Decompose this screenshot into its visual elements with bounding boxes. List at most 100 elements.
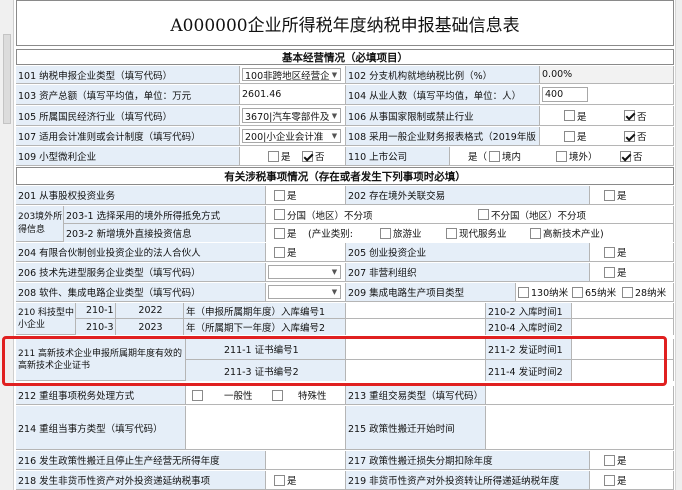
yes-label: 是 [617,456,627,467]
year-210-3[interactable]: 2023 [116,319,184,335]
cell-208: ▼ [266,283,346,301]
checkbox-106-yes[interactable] [564,110,575,121]
yes-label: 是 [577,111,587,123]
cell-203-2: 是 (产业类别: 旅游业 现代服务业 高新技术产业) [266,224,674,242]
input-210-3[interactable] [346,319,486,335]
domestic-label: 境内 [502,152,522,163]
value-102: 0.00% [540,66,674,83]
select-206[interactable]: ▼ [268,265,341,279]
label-103: 103 资产总额（填写平均值，单位：万元 [16,85,240,104]
option-label: 一般性 [224,391,253,402]
cell-206: ▼ [266,263,346,281]
checkbox-tourism[interactable] [380,227,391,239]
cell-107: 200|小企业会计准 ▼ [240,127,346,145]
input-210-1[interactable] [346,303,486,319]
label-110: 110 上市公司 [346,147,450,165]
label-211-3: 211-3 证书编号2 [186,360,346,381]
checkbox-modern-service[interactable] [446,227,457,239]
input-210-4[interactable] [572,319,674,335]
label-211: 211 高新技术企业申报所属期年度有效的高新技术企业证书 [16,339,186,380]
checkbox-219-yes[interactable] [604,474,615,486]
checkbox-207-yes[interactable] [604,266,615,278]
input-215[interactable] [486,406,674,449]
input-213[interactable] [486,386,674,404]
select-107[interactable]: 200|小企业会计准 ▼ [242,129,341,143]
label-210-1: 210-1 [76,303,116,319]
checkbox-202-yes[interactable] [604,189,615,201]
row-208: 208 软件、集成电路企业类型（填写代码） ▼ 209 集成电路生产项目类型 1… [16,283,674,302]
input-104[interactable]: 400 [542,87,588,102]
section-matters-header: 有关涉税事项情况（存在或者发生下列事项时必填） [16,167,674,185]
input-211-1[interactable] [346,339,486,360]
tax-info-sheet: A000000企业所得税年度纳税申报基础信息表 基本经营情况（必填项目） 101… [16,0,674,490]
checkbox-109-yes[interactable] [268,150,279,162]
label-204: 204 有限合伙制创业投资企业的法人合伙人 [16,243,266,261]
radio-203-1-a[interactable] [274,209,285,220]
checkbox-110-domestic[interactable] [489,150,501,162]
label-213: 213 重组交易类型（填写代码） [346,386,486,404]
checkbox-110-overseas[interactable] [556,150,567,162]
yes-label: 是 [468,152,478,163]
label-109: 109 小型微利企业 [16,147,240,165]
checkbox-106-no[interactable] [624,110,635,121]
select-101[interactable]: 100非跨地区经营企 ▼ [242,68,341,81]
option-label: 现代服务业 [459,229,507,240]
label-216: 216 发生政策性搬迁且停止生产经营无所得年度 [16,451,266,469]
checkbox-201-yes[interactable] [274,189,285,201]
yes-label: 是 [287,476,297,487]
checkbox-110-no[interactable] [620,150,631,162]
left-scroll-strip[interactable] [0,0,14,490]
cell-212: 一般性 特殊性 [186,386,346,404]
row-101: 101 纳税申报企业类型（填写代码） 100非跨地区经营企 ▼ 102 分支机构就… [16,66,674,84]
value-103[interactable]: 2601.46 [240,85,346,104]
checkbox-212-general[interactable] [192,389,203,401]
label-206: 206 技术先进型服务企业类型（填写代码） [16,263,266,281]
checkbox-217-yes[interactable] [604,454,615,466]
overseas-label: 境外 [569,152,589,163]
left-scroll-thumb[interactable] [3,34,11,124]
select-105[interactable]: 3670|汽车零部件及 ▼ [242,108,341,123]
checkbox-205-yes[interactable] [604,246,615,258]
input-214[interactable] [186,406,346,449]
checkbox-65nm[interactable] [572,286,583,298]
input-216[interactable] [266,451,346,469]
right-scrollbar[interactable] [675,0,682,490]
checkbox-hightech[interactable] [530,227,541,239]
checkbox-109-no[interactable] [302,150,313,162]
checkbox-203-2-yes[interactable] [274,227,285,239]
checkbox-108-yes[interactable] [564,130,575,142]
checkbox-204-yes[interactable] [274,246,285,258]
cell-202: 是 [590,186,674,204]
checkbox-28nm[interactable] [622,286,633,298]
label-101: 101 纳税申报企业类型（填写代码） [16,66,240,83]
checkbox-218-yes[interactable] [274,474,285,486]
option-label: 旅游业 [393,229,422,240]
label-104: 104 从业人数（填写平均值，单位：人） [346,85,540,104]
label-108: 108 采用一般企业财务报表格式（2019年版 [346,127,540,145]
cell-217: 是 [590,451,674,469]
select-208[interactable]: ▼ [268,285,341,299]
input-210-2[interactable] [572,303,674,319]
label-203: 203境外所得信息 [16,206,64,241]
dropdown-arrow-icon: ▼ [329,69,340,80]
cell-203-1: 分国（地区）不分项 不分国（地区）不分项 [266,206,674,224]
label-211-2: 211-2 发证时间1 [486,339,572,360]
label-210-4: 210-4 入库时间2 [486,319,572,335]
label-210-2: 210-2 入库时间1 [486,303,572,319]
input-211-3[interactable] [346,360,486,381]
row-105: 105 所属国民经济行业（填写代码） 3670|汽车零部件及 ▼ 106 从事国家… [16,106,674,126]
checkbox-212-special[interactable] [272,389,283,401]
checkbox-108-no[interactable] [624,130,635,142]
label-208: 208 软件、集成电路企业类型（填写代码） [16,283,266,301]
radio-203-1-b[interactable] [478,209,489,220]
no-label: 否 [633,152,643,163]
input-211-2[interactable] [572,339,674,360]
yes-label: 是 [617,268,627,279]
label-203-1: 203-1 选择采用的境外所得抵免方式 [64,206,266,224]
checkbox-130nm[interactable] [518,286,529,298]
yes-label: 是 [617,191,627,202]
label-207: 207 非营利组织 [346,263,590,281]
year-210-1[interactable]: 2022 [116,303,184,319]
option-label: 分国（地区）不分项 [287,210,373,222]
input-211-4[interactable] [572,360,674,381]
